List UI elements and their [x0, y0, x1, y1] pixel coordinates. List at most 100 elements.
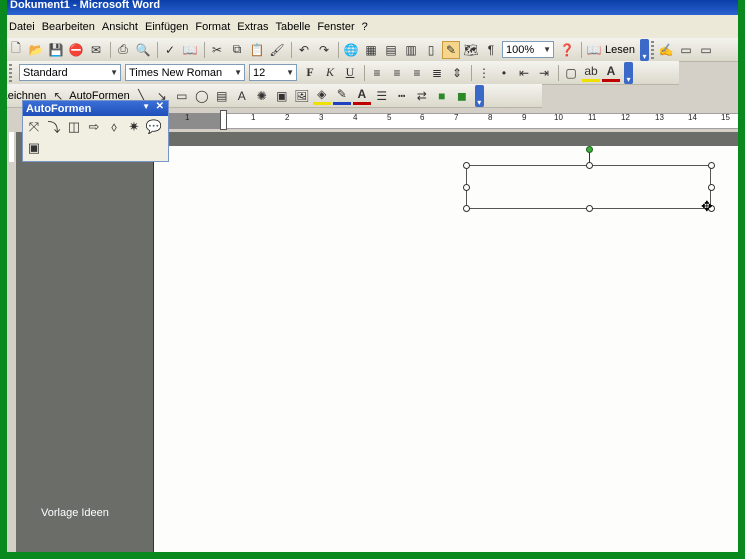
rectangle-icon[interactable]: ▭	[173, 87, 191, 105]
bold-button[interactable]: F	[301, 64, 319, 82]
increase-indent-icon[interactable]: ⇥	[535, 64, 553, 82]
tables-borders-icon[interactable]: ▦	[362, 41, 380, 59]
toolbar-options-icon[interactable]: ▾	[474, 84, 484, 107]
align-right-icon[interactable]: ≡	[408, 64, 426, 82]
insert-excel-icon[interactable]: ▥	[402, 41, 420, 59]
autoshapes-panel-titlebar[interactable]: AutoFormen ▼ ✕	[23, 101, 168, 116]
format-painter-icon[interactable]: 🖌	[268, 41, 286, 59]
clipart-icon[interactable]: ▣	[273, 87, 291, 105]
font-select[interactable]: Times New Roman ▼	[125, 64, 245, 81]
borders-icon[interactable]: ▢	[562, 64, 580, 82]
menu-tabelle[interactable]: Tabelle	[275, 21, 317, 33]
wordart-icon[interactable]: A	[233, 87, 251, 105]
permission-icon[interactable]: ⛔	[67, 41, 85, 59]
read-icon[interactable]: 📖	[585, 41, 603, 59]
menu-datei[interactable]: Datei	[9, 21, 42, 33]
picture-icon[interactable]: 🖼	[293, 87, 311, 105]
email-icon[interactable]: ✉	[87, 41, 105, 59]
copy-icon[interactable]: ⧉	[228, 41, 246, 59]
columns-icon[interactable]: ▯	[422, 41, 440, 59]
block-arrows-icon[interactable]: ⇨	[85, 118, 103, 136]
lines-icon[interactable]: ⤧	[25, 118, 43, 136]
resize-handle[interactable]	[708, 162, 715, 169]
open-icon[interactable]: 📂	[27, 41, 45, 59]
hyperlink-icon[interactable]: 🌐	[342, 41, 360, 59]
insert-table-icon[interactable]: ▤	[382, 41, 400, 59]
reviewing-toolbar-icon[interactable]: ▭	[677, 41, 695, 59]
connectors-icon[interactable]: ⤵	[45, 118, 63, 136]
font-color-draw-icon[interactable]: A	[352, 87, 371, 105]
zoom-select[interactable]: 100% ▼	[502, 41, 554, 58]
undo-icon[interactable]: ↶	[295, 41, 313, 59]
font-color-icon[interactable]: A	[602, 64, 620, 82]
shadow-icon[interactable]: ■	[433, 87, 451, 105]
print-icon[interactable]: ⎙	[114, 41, 132, 59]
flowchart-icon[interactable]: ⬨	[105, 118, 123, 136]
resize-handle[interactable]	[463, 184, 470, 191]
read-button[interactable]: Lesen	[605, 44, 635, 56]
save-icon[interactable]: 💾	[47, 41, 65, 59]
style-select[interactable]: Standard ▼	[19, 64, 121, 81]
align-left-icon[interactable]: ≡	[368, 64, 386, 82]
show-formatting-icon[interactable]: ¶	[482, 41, 500, 59]
italic-button[interactable]: K	[321, 64, 339, 82]
resize-handle[interactable]	[586, 162, 593, 169]
menu-einfuegen[interactable]: Einfügen	[145, 21, 195, 33]
3d-icon[interactable]: ◼	[453, 87, 471, 105]
drawing-icon[interactable]: ✎	[442, 40, 460, 59]
toolbar-grip[interactable]	[9, 63, 12, 82]
spelling-icon[interactable]: ✓	[161, 41, 179, 59]
menu-format[interactable]: Format	[195, 21, 237, 33]
fill-color-icon[interactable]: ◈	[312, 87, 331, 105]
comment-icon[interactable]: ▭	[697, 41, 715, 59]
print-preview-icon[interactable]: 🔍	[134, 41, 152, 59]
dash-style-icon[interactable]: ┅	[393, 87, 411, 105]
indent-marker[interactable]	[220, 110, 227, 130]
document-map-icon[interactable]: 🗺	[462, 41, 480, 59]
resize-handle[interactable]	[463, 162, 470, 169]
panel-options-icon[interactable]: ▼	[142, 102, 150, 111]
diagram-icon[interactable]: ✺	[253, 87, 271, 105]
basic-shapes-icon[interactable]: ◫	[65, 118, 83, 136]
oval-icon[interactable]: ◯	[193, 87, 211, 105]
resize-handle[interactable]	[708, 184, 715, 191]
paste-icon[interactable]: 📋	[248, 41, 266, 59]
close-icon[interactable]: ✕	[156, 101, 164, 112]
arrow-style-icon[interactable]: ⇄	[413, 87, 431, 105]
selected-textbox[interactable]	[466, 165, 711, 209]
vertical-ruler[interactable]	[7, 132, 16, 552]
redo-icon[interactable]: ↷	[315, 41, 333, 59]
line-spacing-icon[interactable]: ⇕	[448, 64, 466, 82]
reviewing-icon[interactable]: ✍	[657, 41, 675, 59]
menu-ansicht[interactable]: Ansicht	[102, 21, 145, 33]
numbering-icon[interactable]: ⋮	[475, 64, 493, 82]
rotation-handle[interactable]	[586, 146, 593, 153]
formatting-toolbar: Standard ▼ Times New Roman ▼ 12 ▼ F K U …	[7, 61, 679, 85]
toolbar-options-icon[interactable]: ▾	[624, 61, 633, 84]
cut-icon[interactable]: ✂	[208, 41, 226, 59]
textbox-icon[interactable]: ▤	[213, 87, 231, 105]
highlight-icon[interactable]: ab	[582, 64, 600, 82]
align-center-icon[interactable]: ≡	[388, 64, 406, 82]
toolbar-grip[interactable]	[650, 40, 654, 59]
more-autoshapes-icon[interactable]: ▣	[25, 139, 43, 157]
menu-bearbeiten[interactable]: Bearbeiten	[42, 21, 102, 33]
decrease-indent-icon[interactable]: ⇤	[515, 64, 533, 82]
menu-extras[interactable]: Extras	[237, 21, 275, 33]
bullets-icon[interactable]: •	[495, 64, 513, 82]
menu-help[interactable]: ?	[362, 21, 375, 33]
stars-banners-icon[interactable]: ✷	[125, 118, 143, 136]
help-icon[interactable]: ❓	[558, 41, 576, 59]
callouts-icon[interactable]: 💬	[145, 118, 163, 136]
underline-button[interactable]: U	[341, 64, 359, 82]
toolbar-options-icon[interactable]: ▾	[639, 38, 649, 61]
line-color-icon[interactable]: ✎	[332, 87, 351, 105]
justify-icon[interactable]: ≣	[428, 64, 446, 82]
new-icon[interactable]: 🗋	[7, 41, 25, 59]
research-icon[interactable]: 📖	[181, 41, 199, 59]
resize-handle[interactable]	[586, 205, 593, 212]
line-style-icon[interactable]: ☰	[373, 87, 391, 105]
menu-fenster[interactable]: Fenster	[317, 21, 361, 33]
font-size-select[interactable]: 12 ▼	[249, 64, 297, 81]
resize-handle[interactable]	[463, 205, 470, 212]
